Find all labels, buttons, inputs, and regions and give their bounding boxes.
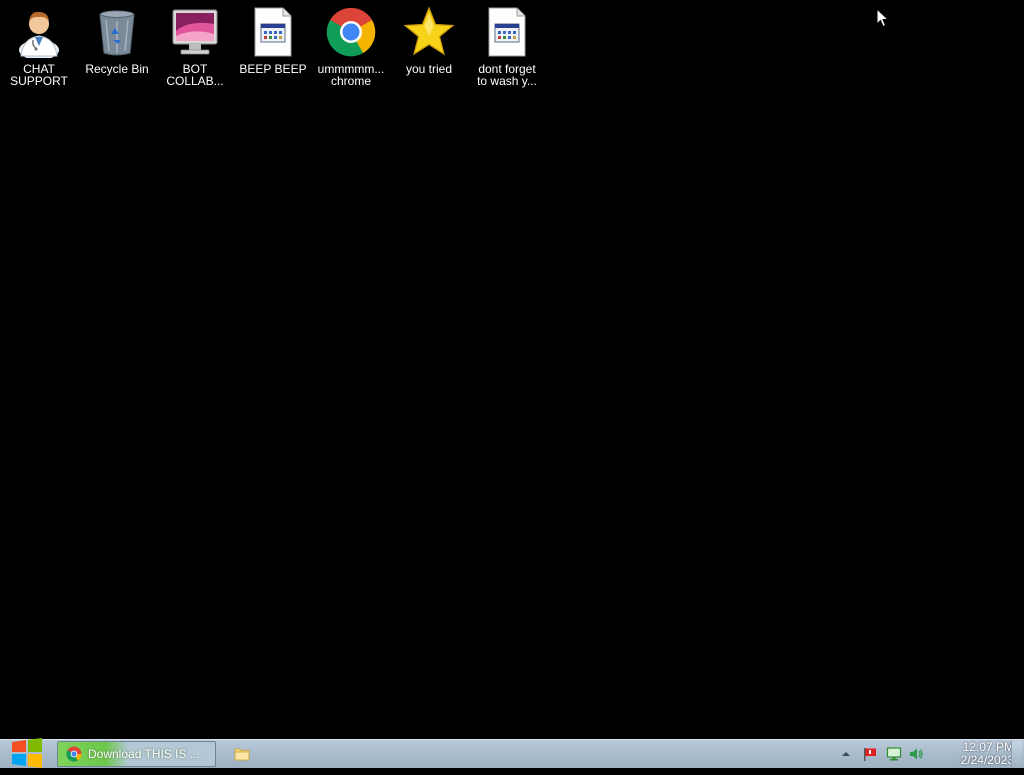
action-center-flag-icon[interactable] bbox=[862, 746, 878, 762]
taskbar-button-label: Download THIS IS ... bbox=[88, 747, 200, 761]
document-icon bbox=[254, 7, 292, 57]
desktop-icon-beep-beep[interactable]: BEEP BEEP bbox=[234, 4, 312, 88]
monitor-icon bbox=[172, 9, 218, 55]
desktop-icon-chat-support[interactable]: CHAT SUPPORT bbox=[0, 4, 78, 88]
desktop-icon-label: ummmmm... chrome bbox=[317, 62, 385, 88]
desktop-icon-bot-collab[interactable]: BOT COLLAB... bbox=[156, 4, 234, 88]
taskbar-button-explorer[interactable] bbox=[226, 741, 256, 767]
recycle-bin-icon bbox=[99, 10, 135, 56]
desktop-icon-you-tried[interactable]: you tried bbox=[390, 4, 468, 88]
show-desktop-button[interactable] bbox=[1011, 741, 1022, 767]
taskbar-clock[interactable]: 12:07 PM 2/24/2023 bbox=[952, 741, 1014, 767]
desktop-icon-label: BOT COLLAB... bbox=[166, 62, 224, 88]
desktop-icon-label: Recycle Bin bbox=[85, 62, 149, 76]
start-button[interactable] bbox=[8, 736, 46, 770]
clock-date: 2/24/2023 bbox=[960, 753, 1014, 767]
desktop-icon-label: BEEP BEEP bbox=[239, 62, 307, 76]
star-icon bbox=[403, 6, 455, 56]
network-icon[interactable] bbox=[886, 746, 902, 762]
show-hidden-arrow-icon[interactable] bbox=[838, 746, 854, 762]
desktop-icon-recycle-bin[interactable]: Recycle Bin bbox=[78, 4, 156, 88]
windows-logo-icon bbox=[12, 738, 42, 768]
desktop-icon-label: dont forget to wash y... bbox=[477, 62, 537, 88]
desktop-icon-label: CHAT SUPPORT bbox=[10, 62, 68, 88]
desktop: CHAT SUPPORT Recycle Bin BOT COLLAB... B… bbox=[0, 0, 1024, 739]
taskbar-button-chrome-download[interactable]: Download THIS IS ... bbox=[57, 741, 216, 767]
document-icon bbox=[488, 7, 526, 57]
mouse-cursor-icon bbox=[876, 8, 890, 28]
desktop-icon-label: you tried bbox=[405, 62, 453, 76]
desktop-icon-chrome[interactable]: ummmmm... chrome bbox=[312, 4, 390, 88]
chrome-icon bbox=[66, 746, 82, 762]
folder-icon bbox=[234, 748, 250, 761]
chrome-icon bbox=[326, 7, 376, 57]
system-tray: 12:07 PM 2/24/2023 bbox=[824, 740, 1024, 768]
doctor-user-icon bbox=[19, 11, 59, 58]
desktop-icon-dont-forget[interactable]: dont forget to wash y... bbox=[468, 4, 546, 88]
taskbar: Download THIS IS ... 12:07 PM 2/24/2023 bbox=[0, 736, 1024, 770]
volume-icon[interactable] bbox=[908, 746, 924, 762]
